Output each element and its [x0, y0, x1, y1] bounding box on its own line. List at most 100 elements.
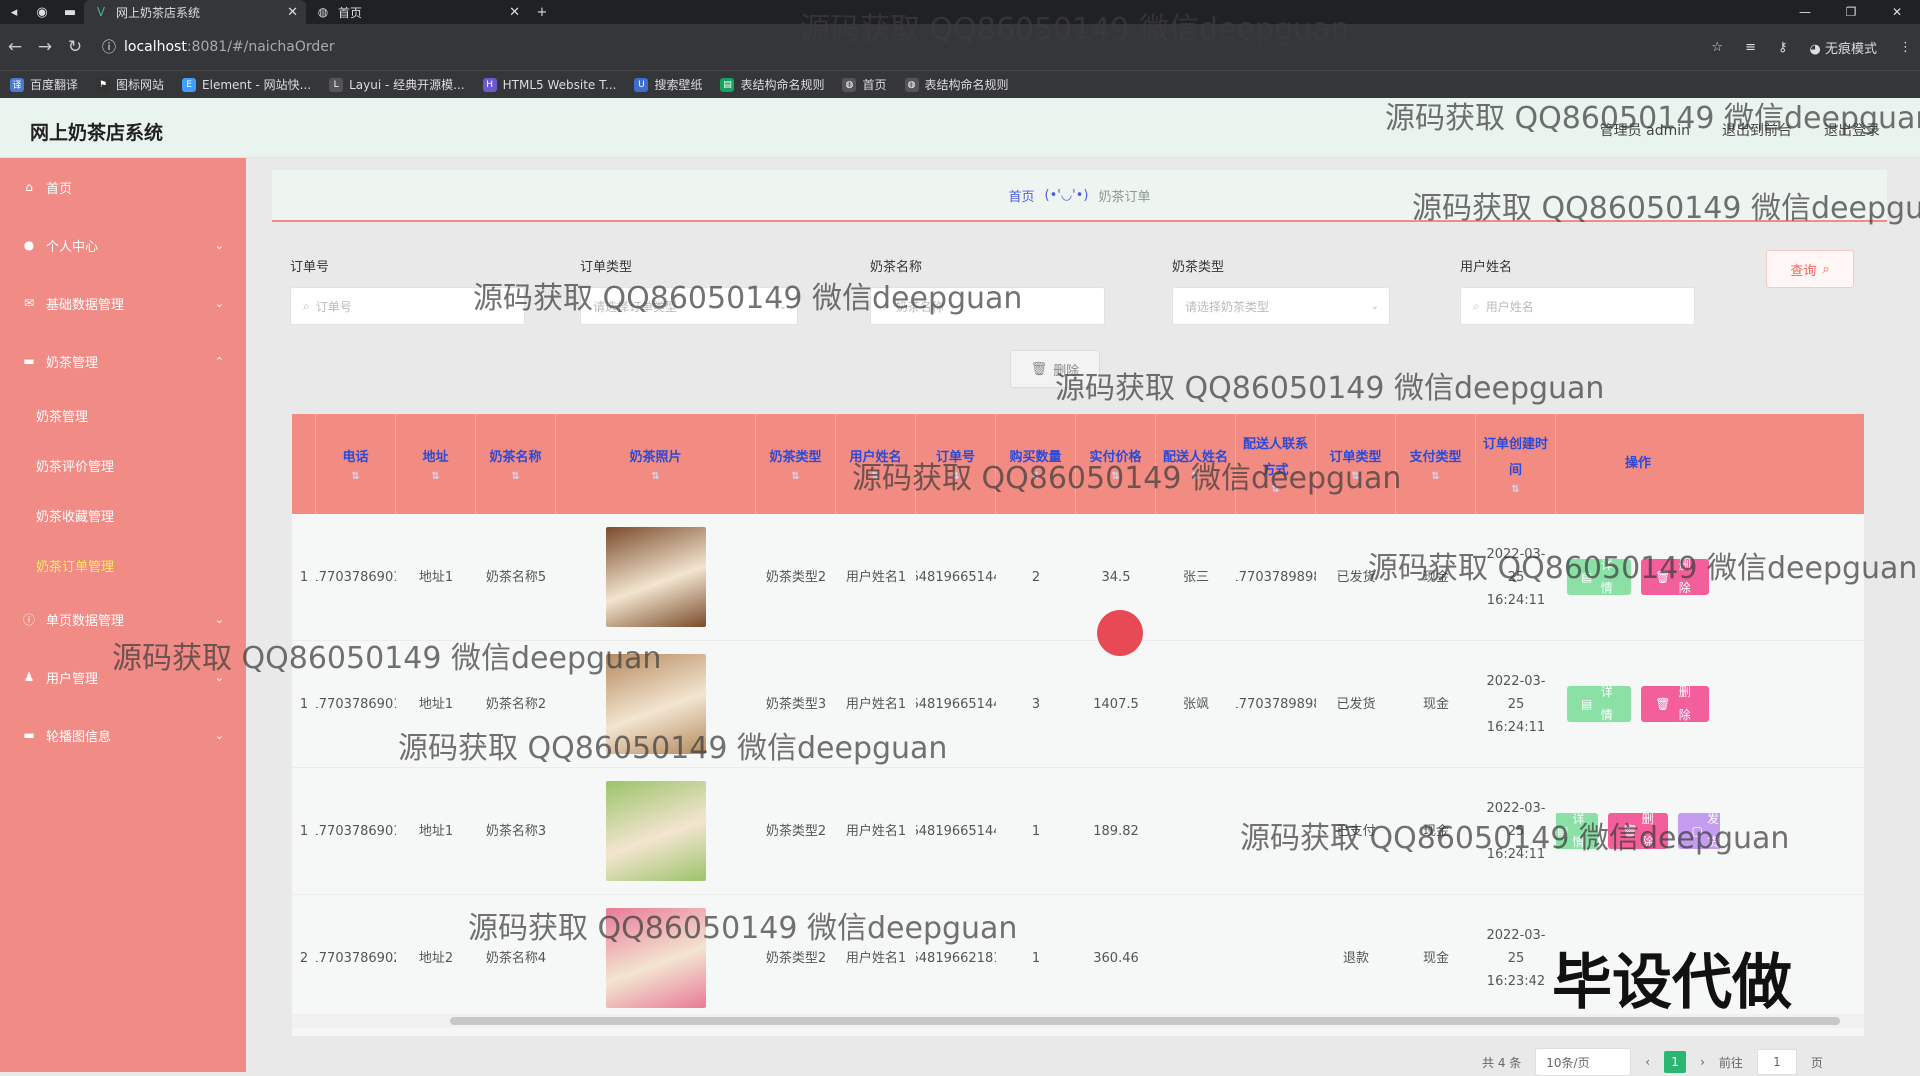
exit-to-frontend-link[interactable]: 退出到前台 — [1722, 120, 1792, 140]
milktea-name-input[interactable]: ⌕ 奶茶名称 — [870, 287, 1105, 325]
delete-button[interactable]: 🗑 删除 — [1641, 558, 1709, 595]
table-row[interactable]: 1 17703786901 地址1 奶茶名称2 奶茶类型3 用户姓名1 1648196651… — [292, 641, 1864, 768]
sidebar-item-home[interactable]: ⌂ 首页 — [0, 158, 246, 216]
milktea-type-select[interactable]: 请选择奶茶类型 ⌄ — [1172, 287, 1390, 325]
bookmark-item[interactable]: E Element - 网站快... — [182, 76, 311, 93]
sort-icon[interactable]: ⇅ — [871, 471, 879, 483]
globe-icon[interactable]: ◉ — [28, 0, 56, 24]
sidebar-item-carousel[interactable]: ▬ 轮播图信息 ⌄ — [0, 706, 246, 764]
close-window-icon[interactable]: ✕ — [1874, 0, 1920, 24]
breadcrumb-home[interactable]: 首页 — [1008, 186, 1034, 205]
globe-icon: ◍ — [904, 77, 919, 92]
sidebar-subitem-review[interactable]: 奶茶评价管理 — [0, 440, 246, 490]
delete-button[interactable]: 🗑 删除 — [1641, 685, 1709, 722]
chevron-down-icon: ⌄ — [778, 300, 787, 312]
column-header[interactable]: 地址 ⇅ — [396, 414, 476, 514]
new-tab-icon[interactable]: + — [528, 0, 556, 24]
reload-icon[interactable]: ↻ — [60, 37, 90, 57]
column-header[interactable]: 配送人联系方式 ⇅ — [1236, 414, 1316, 514]
menu-icon[interactable]: ⋮ — [1899, 40, 1912, 55]
bookmark-item[interactable]: U 搜索壁纸 — [634, 76, 702, 93]
column-header[interactable]: 购买数量 ⇅ — [996, 414, 1076, 514]
column-header[interactable]: 实付价格 ⇅ — [1076, 414, 1156, 514]
column-header[interactable]: 配送人姓名 ⇅ — [1156, 414, 1236, 514]
query-button[interactable]: 查询 ⌕ — [1766, 250, 1854, 288]
bookmark-item[interactable]: H HTML5 Website T... — [482, 77, 616, 92]
ship-button[interactable]: ▢ 发货 — [1677, 812, 1720, 849]
detail-button[interactable]: ▤ 详情 — [1567, 558, 1632, 595]
bookmark-item[interactable]: 译百度翻译 — [10, 76, 78, 93]
prev-page-icon[interactable]: ‹ — [1645, 1055, 1650, 1069]
column-header[interactable]: 奶茶名称 ⇅ — [476, 414, 556, 514]
sidebar-item-users[interactable]: ♟ 用户管理 ⌄ — [0, 648, 246, 706]
order-no-input[interactable]: ⌕ 订单号 — [290, 287, 525, 325]
sort-icon[interactable]: ⇅ — [431, 471, 439, 483]
sort-icon[interactable]: ⇅ — [791, 471, 799, 483]
goto-input[interactable]: 1 — [1756, 1049, 1797, 1075]
sort-icon[interactable]: ⇅ — [1271, 484, 1279, 496]
page-number[interactable]: 1 — [1664, 1051, 1687, 1073]
sidebar-subitem-favorite[interactable]: 奶茶收藏管理 — [0, 490, 246, 540]
cell-qty: 1 — [1031, 950, 1041, 966]
column-header[interactable]: 用户姓名 ⇅ — [836, 414, 916, 514]
column-header[interactable]: 订单号 ⇅ — [916, 414, 996, 514]
batch-delete-button[interactable]: 🗑 删除 — [1010, 350, 1100, 388]
sidebar-item-basic-data[interactable]: ✉ 基础数据管理 ⌄ — [0, 274, 246, 332]
address-input[interactable]: ⓘ localhost:8081/#/naichaOrder — [102, 37, 1662, 57]
detail-button[interactable]: ▤ 详情 — [1556, 812, 1599, 849]
column-header[interactable]: 订单类型 ⇅ — [1316, 414, 1396, 514]
delete-button[interactable]: 🗑 删除 — [1608, 812, 1668, 849]
order-type-select[interactable]: 请选择订单类型 ⌄ — [580, 287, 798, 325]
audio-icon[interactable]: ◂ — [0, 0, 28, 24]
back-icon[interactable]: ← — [0, 37, 30, 57]
profile-button[interactable]: ◕ 无痕模式 — [1810, 38, 1878, 57]
browser-tab-active[interactable]: V 网上奶茶店系统 ✕ — [84, 0, 306, 24]
column-header[interactable]: 电话 ⇅ — [316, 414, 396, 514]
bookmark-item[interactable]: ▤ 表结构命名规则 — [720, 76, 824, 93]
close-icon[interactable]: ✕ — [287, 5, 298, 20]
close-icon[interactable]: ✕ — [509, 5, 520, 20]
sidebar-subitem-order[interactable]: 奶茶订单管理 — [0, 540, 246, 590]
sidebar-item-single-page[interactable]: ⓘ 单页数据管理 ⌄ — [0, 590, 246, 648]
sidebar-subitem-milktea[interactable]: 奶茶管理 — [0, 390, 246, 440]
maximize-icon[interactable]: ❐ — [1828, 0, 1874, 24]
info-icon[interactable]: ⓘ — [102, 37, 116, 57]
table-row[interactable]: 1 17703786901 地址1 奶茶名称3 奶茶类型2 用户姓名1 1648196651… — [292, 768, 1864, 895]
bookmark-item[interactable]: ◍ 首页 — [842, 76, 887, 93]
browser-tab[interactable]: ◍ 首页 ✕ — [306, 0, 528, 24]
cell-addr: 地址1 — [418, 823, 454, 839]
minimize-icon[interactable]: — — [1782, 0, 1828, 24]
sort-icon[interactable]: ⇅ — [1191, 471, 1199, 483]
sidebar-item-personal[interactable]: ● 个人中心 ⌄ — [0, 216, 246, 274]
sort-icon[interactable]: ⇅ — [1031, 471, 1039, 483]
star-icon[interactable]: ☆ — [1711, 40, 1723, 55]
column-header[interactable]: 奶茶类型 ⇅ — [756, 414, 836, 514]
chevron-down-icon: ⌄ — [1370, 300, 1379, 312]
user-name-input[interactable]: ⌕ 用户姓名 — [1460, 287, 1695, 325]
sort-icon[interactable]: ⇅ — [651, 471, 659, 483]
sort-icon[interactable]: ⇅ — [951, 471, 959, 483]
bookmark-item[interactable]: L Layui - 经典开源模... — [329, 76, 465, 93]
sort-icon[interactable]: ⇅ — [351, 471, 359, 483]
button-label: 删除 — [1678, 558, 1691, 595]
window-icon[interactable]: ▬ — [56, 0, 84, 24]
bookmark-item[interactable]: ⚑ 图标网站 — [96, 76, 164, 93]
column-header[interactable]: 订单创建时间 ⇅ — [1476, 414, 1556, 514]
column-header[interactable]: 操作 — [1556, 414, 1720, 514]
column-header[interactable]: 奶茶照片 ⇅ — [556, 414, 756, 514]
logout-link[interactable]: 退出登录 — [1824, 120, 1880, 140]
sort-icon[interactable]: ⇅ — [1431, 471, 1439, 483]
sort-icon[interactable]: ⇅ — [1511, 484, 1519, 496]
table-row[interactable]: 1 17703786901 地址1 奶茶名称5 奶茶类型2 用户姓名1 1648196651… — [292, 514, 1864, 641]
sort-icon[interactable]: ⇅ — [511, 471, 519, 483]
column-header[interactable]: 支付类型 ⇅ — [1396, 414, 1476, 514]
key-icon[interactable]: ⚷ — [1778, 40, 1788, 55]
sidebar-item-milktea[interactable]: ▬ 奶茶管理 ⌃ — [0, 332, 246, 390]
sort-icon[interactable]: ⇅ — [1351, 471, 1359, 483]
detail-button[interactable]: ▤ 详情 — [1567, 685, 1632, 722]
bookmark-item[interactable]: ◍ 表结构命名规则 — [904, 76, 1009, 93]
forward-icon[interactable]: → — [30, 37, 60, 57]
next-page-icon[interactable]: › — [1700, 1055, 1705, 1069]
sort-icon[interactable]: ⇅ — [1111, 471, 1119, 483]
reading-list-icon[interactable]: ≡ — [1745, 40, 1756, 55]
